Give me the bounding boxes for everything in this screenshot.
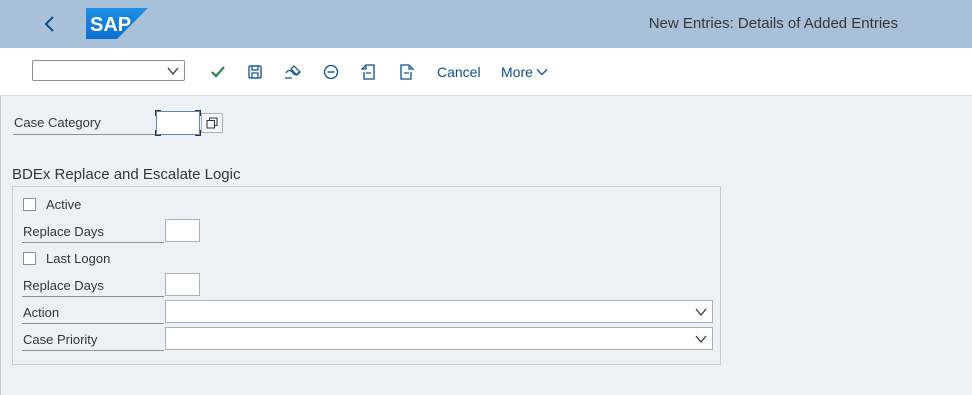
page-title: New Entries: Details of Added Entries	[648, 15, 898, 32]
case-priority-dropdown[interactable]	[165, 327, 713, 350]
case-priority-label: Case Priority	[22, 332, 164, 351]
display-change-button[interactable]	[282, 61, 304, 83]
focus-corner	[155, 130, 161, 136]
toolbar-select[interactable]	[32, 60, 185, 81]
save-button[interactable]	[244, 61, 266, 83]
delete-button[interactable]	[320, 61, 342, 83]
replace-days-input[interactable]	[165, 273, 200, 296]
replace-days-input[interactable]	[165, 219, 200, 242]
check-icon	[211, 66, 225, 78]
case-category-label: Case Category	[13, 115, 155, 135]
chevron-down-icon	[167, 67, 179, 76]
more-label: More	[501, 64, 533, 80]
case-category-input[interactable]	[155, 110, 201, 136]
chevron-left-icon	[44, 16, 54, 32]
active-label: Active	[46, 197, 82, 212]
next-entry-icon	[400, 64, 414, 80]
save-icon	[248, 65, 262, 79]
chevron-down-icon	[695, 308, 707, 317]
shell-header: SAP New Entries: Details of Added Entrie…	[0, 0, 972, 48]
chevron-down-icon	[536, 69, 548, 76]
previous-entry-icon	[361, 64, 375, 80]
action-label: Action	[22, 305, 164, 324]
previous-entry-button[interactable]	[358, 61, 380, 83]
svg-text:SAP: SAP	[90, 14, 131, 36]
case-category-value-help-button[interactable]	[201, 113, 223, 133]
active-checkbox[interactable]	[23, 198, 36, 211]
replace-days-label: Replace Days	[22, 278, 164, 297]
section-title: BDEx Replace and Escalate Logic	[12, 166, 241, 183]
action-dropdown[interactable]	[165, 300, 713, 323]
display-change-icon	[285, 65, 301, 79]
more-button[interactable]: More	[501, 64, 548, 80]
next-entry-button[interactable]	[395, 61, 417, 83]
cancel-button[interactable]: Cancel	[437, 64, 481, 80]
content-border	[0, 96, 1, 395]
sap-logo[interactable]: SAP	[86, 8, 148, 39]
back-button[interactable]	[36, 10, 64, 38]
last-logon-label: Last Logon	[46, 251, 111, 266]
focus-corner	[155, 110, 161, 116]
toolbar: Cancel More	[0, 48, 972, 96]
check-button[interactable]	[207, 61, 229, 83]
chevron-down-icon	[695, 335, 707, 344]
replace-days-label: Replace Days	[22, 224, 164, 243]
delete-icon	[323, 64, 339, 80]
last-logon-checkbox[interactable]	[23, 252, 36, 265]
value-help-icon	[206, 117, 218, 129]
